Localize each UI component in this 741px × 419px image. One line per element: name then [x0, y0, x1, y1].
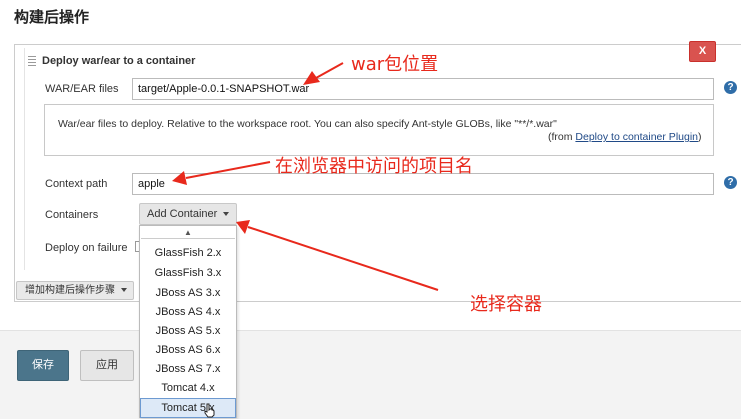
- war-arrow-line: [315, 62, 344, 79]
- container-arrow-head: [236, 220, 250, 234]
- container-arrow-line: [247, 226, 439, 291]
- context-arrow-line: [185, 161, 271, 179]
- annotation-context: 在浏览器中访问的项目名: [275, 156, 473, 177]
- annotation-war: war包位置: [351, 54, 439, 75]
- annotation-container: 选择容器: [470, 294, 542, 315]
- context-arrow-head: [172, 171, 187, 185]
